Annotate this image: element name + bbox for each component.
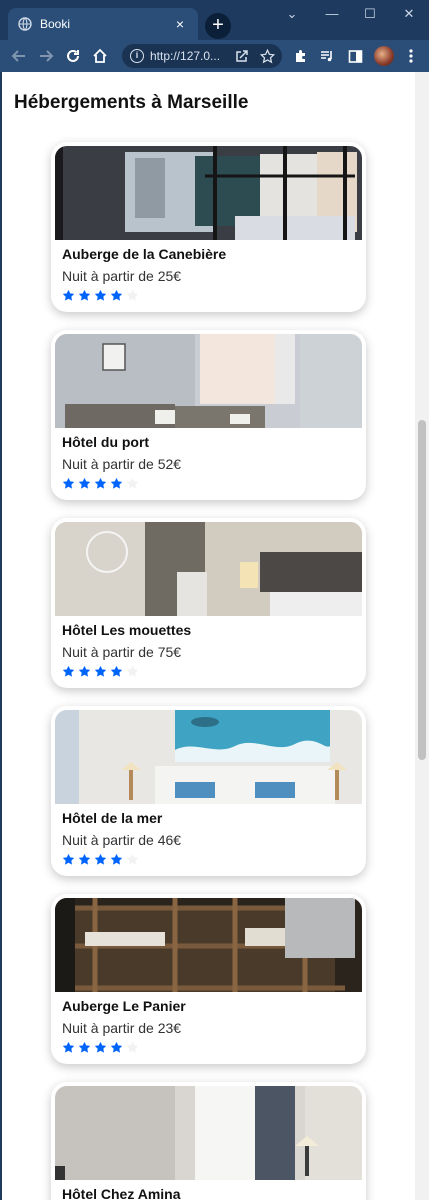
hotel-price: Nuit à partir de 46€: [62, 832, 182, 848]
hotel-card[interactable]: Hôtel Les mouettes Nuit à partir de 75€: [51, 518, 366, 688]
star-filled-icon: [62, 665, 75, 677]
browser-tab[interactable]: Booki ×: [8, 8, 198, 40]
rating-stars: [62, 289, 139, 302]
hotel-price: Nuit à partir de 52€: [62, 456, 182, 472]
browser-tab-bar: Booki × + ⌄ — ☐ ✕: [0, 0, 429, 40]
hotel-card[interactable]: Auberge Le Panier Nuit à partir de 23€: [51, 894, 366, 1064]
rating-stars: [62, 477, 139, 490]
hotel-photo: [55, 522, 362, 616]
star-filled-icon: [110, 289, 123, 301]
info-icon[interactable]: i: [130, 49, 144, 63]
hotel-price: Nuit à partir de 23€: [62, 1020, 182, 1036]
star-filled-icon: [110, 853, 123, 865]
forward-arrow-icon[interactable]: [36, 46, 56, 66]
star-empty-icon: [126, 1041, 139, 1053]
star-filled-icon: [78, 665, 91, 677]
rating-stars: [62, 853, 139, 866]
star-empty-icon: [126, 853, 139, 865]
star-filled-icon: [94, 665, 107, 677]
hotel-name: Auberge Le Panier: [62, 998, 186, 1014]
tab-title: Booki: [40, 17, 71, 31]
hotel-photo: [55, 334, 362, 428]
hotel-name: Auberge de la Canebière: [62, 246, 227, 262]
address-url: http://127.0...: [150, 49, 221, 63]
window-border: [0, 72, 2, 1200]
hotel-photo: [55, 898, 362, 992]
star-empty-icon: [126, 665, 139, 677]
hotel-card[interactable]: Hôtel Chez Amina: [51, 1082, 366, 1200]
browser-toolbar: i http://127.0...: [0, 40, 429, 72]
star-filled-icon: [110, 1041, 123, 1053]
close-window-button[interactable]: ✕: [389, 4, 429, 24]
minimize-button[interactable]: —: [312, 4, 352, 24]
hotel-name: Hôtel du port: [62, 434, 150, 450]
star-filled-icon: [94, 289, 107, 301]
hotel-card[interactable]: Auberge de la Canebière Nuit à partir de…: [51, 142, 366, 312]
star-filled-icon: [94, 1041, 107, 1053]
hotel-card[interactable]: Hôtel de la mer Nuit à partir de 46€: [51, 706, 366, 876]
star-filled-icon: [78, 853, 91, 865]
hotel-price: Nuit à partir de 75€: [62, 644, 182, 660]
share-icon[interactable]: [232, 46, 252, 66]
hotel-card[interactable]: Hôtel du port Nuit à partir de 52€: [51, 330, 366, 500]
page-title: Hébergements à Marseille: [14, 92, 249, 113]
star-filled-icon: [62, 477, 75, 489]
rating-stars: [62, 1041, 139, 1054]
media-queue-icon[interactable]: [317, 46, 337, 66]
hotel-photo: [55, 1086, 362, 1180]
hotel-price: Nuit à partir de 25€: [62, 268, 182, 284]
tab-close-button[interactable]: ×: [172, 16, 188, 32]
hotel-photo: [55, 146, 362, 240]
star-filled-icon: [62, 1041, 75, 1053]
scrollbar-thumb[interactable]: [418, 420, 426, 760]
star-empty-icon: [126, 289, 139, 301]
star-filled-icon: [78, 289, 91, 301]
extensions-icon[interactable]: [291, 46, 311, 66]
back-arrow-icon[interactable]: [9, 46, 29, 66]
new-tab-button[interactable]: +: [205, 13, 231, 39]
star-filled-icon: [78, 477, 91, 489]
star-filled-icon: [94, 477, 107, 489]
more-menu-icon[interactable]: [401, 46, 421, 66]
profile-avatar[interactable]: [374, 46, 394, 66]
globe-icon: [18, 17, 32, 31]
star-filled-icon: [78, 1041, 91, 1053]
home-icon[interactable]: [90, 46, 110, 66]
star-filled-icon: [62, 289, 75, 301]
bookmark-star-icon[interactable]: [257, 46, 277, 66]
maximize-button[interactable]: ☐: [350, 4, 390, 24]
tab-search-icon[interactable]: ⌄: [272, 4, 312, 24]
hotel-name: Hôtel Les mouettes: [62, 622, 192, 638]
reload-icon[interactable]: [63, 46, 83, 66]
star-filled-icon: [62, 853, 75, 865]
rating-stars: [62, 665, 139, 678]
side-panel-icon[interactable]: [345, 46, 365, 66]
hotel-name: Hôtel de la mer: [62, 810, 163, 826]
star-empty-icon: [126, 477, 139, 489]
star-filled-icon: [110, 477, 123, 489]
hotel-photo: [55, 710, 362, 804]
star-filled-icon: [110, 665, 123, 677]
star-filled-icon: [94, 853, 107, 865]
hotel-name: Hôtel Chez Amina: [62, 1186, 181, 1200]
